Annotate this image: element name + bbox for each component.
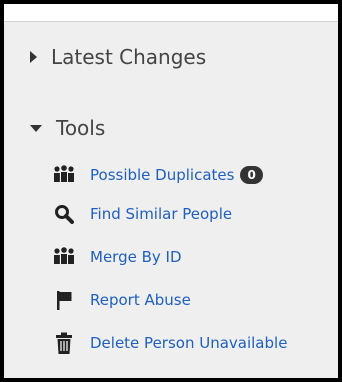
tool-possible-duplicates-label: Possible Duplicates (90, 166, 235, 184)
expand-caret-icon (30, 51, 37, 63)
section-tools[interactable]: Tools (30, 116, 105, 140)
top-strip (4, 4, 338, 21)
people-group-icon (53, 164, 75, 186)
section-latest-changes[interactable]: Latest Changes (30, 45, 206, 69)
duplicates-count-badge: 0 (240, 166, 263, 184)
section-latest-changes-label: Latest Changes (51, 45, 207, 69)
tool-report-abuse-label: Report Abuse (90, 291, 191, 309)
collapse-caret-icon (30, 124, 42, 132)
trash-icon (53, 332, 75, 354)
tool-find-similar-people-label: Find Similar People (90, 205, 233, 223)
flag-icon (53, 289, 75, 311)
tool-find-similar-people[interactable]: Find Similar People (53, 203, 232, 225)
divider (4, 21, 338, 22)
tool-merge-by-id[interactable]: Merge By ID (53, 246, 182, 268)
tool-possible-duplicates[interactable]: Possible Duplicates 0 (53, 164, 263, 186)
tool-report-abuse[interactable]: Report Abuse (53, 289, 191, 311)
section-tools-label: Tools (56, 116, 106, 140)
people-group-icon (53, 246, 75, 268)
tool-delete-person[interactable]: Delete Person Unavailable (53, 332, 287, 354)
search-icon (53, 203, 75, 225)
tool-delete-person-label: Delete Person Unavailable (90, 334, 288, 352)
tool-merge-by-id-label: Merge By ID (90, 248, 182, 266)
